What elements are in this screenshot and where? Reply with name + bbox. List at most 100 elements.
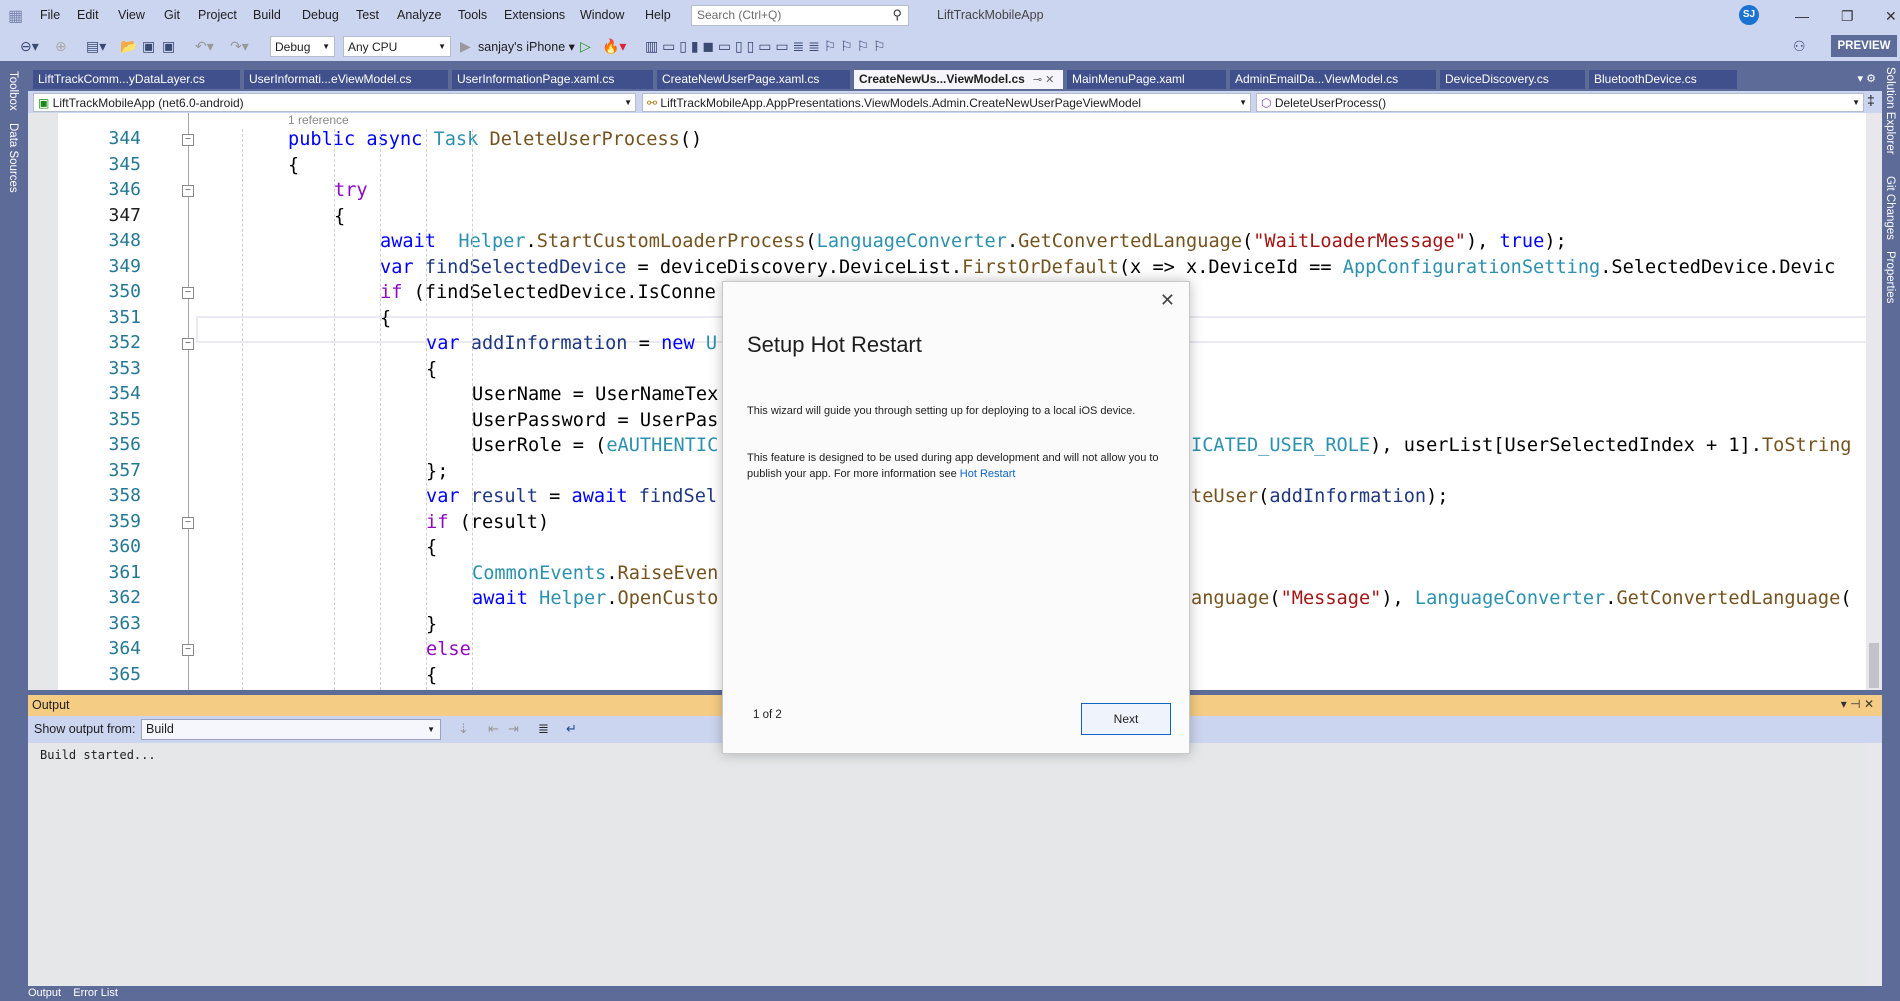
vs-logo-icon: ▦: [8, 8, 24, 25]
git-changes-tab[interactable]: Git Changes: [1884, 176, 1896, 240]
line-number: 363: [108, 612, 141, 634]
code-token: (: [1840, 588, 1852, 609]
editor-scrollbar[interactable]: [1866, 113, 1882, 690]
code-token: {: [426, 664, 438, 686]
tab-label: AdminEmailDa...ViewModel.cs: [1235, 72, 1399, 86]
code-token: .: [606, 588, 618, 609]
next-button[interactable]: Next: [1081, 703, 1171, 735]
tab-error-list[interactable]: Error List: [73, 987, 118, 999]
code-line: {: [426, 663, 437, 688]
prev-message-icon[interactable]: ⇤: [488, 721, 499, 737]
new-project-icon[interactable]: ▤▾: [86, 38, 106, 55]
code-line: };: [426, 459, 448, 484]
find-message-icon[interactable]: ⇣: [458, 721, 469, 737]
member-dropdown[interactable]: ⬡ DeleteUserProcess() ▼: [1256, 93, 1864, 112]
code-line: try: [334, 178, 368, 203]
tab-document[interactable]: CreateNewUserPage.xaml.cs: [657, 70, 850, 89]
codelens-references[interactable]: 1 reference: [288, 113, 349, 127]
tab-document[interactable]: LiftTrackComm...yDataLayer.cs: [33, 70, 240, 89]
toolbar-tools-icon[interactable]: ▥ ▭ ▯ ▮ ◼ ▭ ▯ ▯ ▭ ▭ ≣ ≣ ⚐ ⚐ ⚐ ⚐: [645, 38, 886, 55]
hot-restart-link[interactable]: Hot Restart: [960, 468, 1016, 480]
tab-active[interactable]: CreateNewUs...ViewModel.cs ⊸ ✕: [854, 70, 1063, 89]
clear-all-icon[interactable]: ≣: [538, 721, 549, 737]
collapse-icon[interactable]: −: [182, 644, 194, 656]
menu-help[interactable]: Help: [645, 8, 671, 22]
solution-explorer-tab[interactable]: Solution Explorer: [1884, 67, 1896, 155]
save-icon[interactable]: ▣: [142, 38, 155, 55]
feedback-icon[interactable]: ⚇: [1793, 38, 1806, 55]
tab-document[interactable]: BluetoothDevice.cs: [1589, 70, 1737, 89]
menu-build[interactable]: Build: [253, 8, 281, 22]
save-all-icon[interactable]: ▣: [162, 38, 175, 55]
tab-document[interactable]: DeviceDiscovery.cs: [1440, 70, 1585, 89]
menu-extensions[interactable]: Extensions: [504, 8, 565, 22]
device-value: sanjay's iPhone: [478, 40, 566, 54]
close-icon[interactable]: ✕: [1160, 290, 1175, 311]
menu-tools[interactable]: Tools: [458, 8, 487, 22]
menu-test[interactable]: Test: [356, 8, 379, 22]
open-folder-icon[interactable]: 📂: [120, 38, 137, 55]
tab-overflow-icon[interactable]: ▾ ⚙: [1858, 72, 1876, 85]
configuration-dropdown[interactable]: Debug ▼: [270, 36, 335, 57]
tab-label: MainMenuPage.xaml: [1072, 72, 1185, 86]
code-token: findSel: [638, 486, 718, 507]
menu-window[interactable]: Window: [580, 8, 624, 22]
hot-reload-icon[interactable]: 🔥▾: [602, 38, 626, 55]
page-indicator: 1 of 2: [753, 709, 782, 721]
project-dropdown[interactable]: ▣ LiftTrackMobileApp (net6.0-android) ▼: [33, 93, 636, 112]
class-dropdown[interactable]: ⚯ LiftTrackMobileApp.AppPresentations.Vi…: [642, 93, 1251, 112]
menu-project[interactable]: Project: [198, 8, 237, 22]
toolbox-tab[interactable]: Toolbox: [7, 71, 19, 111]
collapse-icon[interactable]: −: [182, 338, 194, 350]
chevron-down-icon: ▼: [438, 42, 446, 51]
forward-icon[interactable]: ⊕: [55, 38, 67, 55]
tab-document[interactable]: MainMenuPage.xaml: [1067, 70, 1226, 89]
setup-hot-restart-dialog: ✕ Setup Hot Restart This wizard will gui…: [722, 281, 1190, 754]
start-without-debug-icon[interactable]: ▷: [580, 38, 591, 55]
search-input[interactable]: Search (Ctrl+Q) ⚲: [691, 5, 909, 26]
preview-button[interactable]: PREVIEW: [1831, 35, 1897, 57]
show-output-label: Show output from:: [34, 722, 136, 736]
menu-view[interactable]: View: [118, 8, 145, 22]
split-editor-icon[interactable]: ‡: [1867, 92, 1875, 108]
menu-analyze[interactable]: Analyze: [397, 8, 441, 22]
output-text: Build started...: [40, 748, 156, 762]
data-sources-tab[interactable]: Data Sources: [7, 123, 19, 193]
panel-controls-icon[interactable]: ▾ ⊣ ✕: [1841, 697, 1874, 711]
next-message-icon[interactable]: ⇥: [508, 721, 519, 737]
avatar[interactable]: SJ: [1739, 5, 1759, 25]
output-source-dropdown[interactable]: Build ▼: [141, 719, 441, 740]
menu-git[interactable]: Git: [164, 8, 180, 22]
collapse-icon[interactable]: −: [182, 185, 194, 197]
undo-icon[interactable]: ↶▾: [195, 38, 214, 55]
word-wrap-icon[interactable]: ↵: [566, 721, 577, 737]
scrollbar-thumb[interactable]: [1869, 643, 1879, 688]
collapse-icon[interactable]: −: [182, 134, 194, 146]
collapse-icon[interactable]: −: [182, 287, 194, 299]
platform-dropdown[interactable]: Any CPU ▼: [343, 36, 451, 57]
collapse-icon[interactable]: −: [182, 516, 194, 529]
code-line: UserName = UserNameTex: [472, 382, 718, 407]
tab-document[interactable]: UserInformationPage.xaml.cs: [452, 70, 653, 89]
menu-debug[interactable]: Debug: [302, 8, 339, 22]
menu-edit[interactable]: Edit: [77, 8, 99, 22]
pin-close-icon[interactable]: ⊸ ✕: [1033, 74, 1055, 86]
restore-icon[interactable]: ❐: [1841, 8, 1854, 25]
device-dropdown[interactable]: sanjay's iPhone ▾: [478, 39, 575, 54]
code-token: UserPassword = UserPas: [472, 409, 719, 431]
minimize-icon[interactable]: —: [1795, 8, 1809, 24]
line-number: 360: [108, 536, 141, 557]
redo-icon[interactable]: ↷▾: [230, 38, 249, 55]
code-token: result: [470, 486, 538, 507]
tab-output[interactable]: Output: [28, 987, 61, 999]
close-window-icon[interactable]: ✕: [1885, 8, 1897, 25]
menu-file[interactable]: File: [40, 8, 60, 22]
code-token: addInformation: [1269, 486, 1427, 507]
tab-document[interactable]: AdminEmailDa...ViewModel.cs: [1230, 70, 1436, 89]
back-icon[interactable]: ⊖▾: [20, 38, 39, 55]
properties-tab[interactable]: Properties: [1884, 251, 1896, 303]
output-scrollbar[interactable]: [1866, 743, 1882, 986]
search-placeholder: Search (Ctrl+Q): [697, 8, 782, 22]
code-token: else: [426, 639, 471, 660]
tab-document[interactable]: UserInformati...eViewModel.cs: [244, 70, 448, 89]
